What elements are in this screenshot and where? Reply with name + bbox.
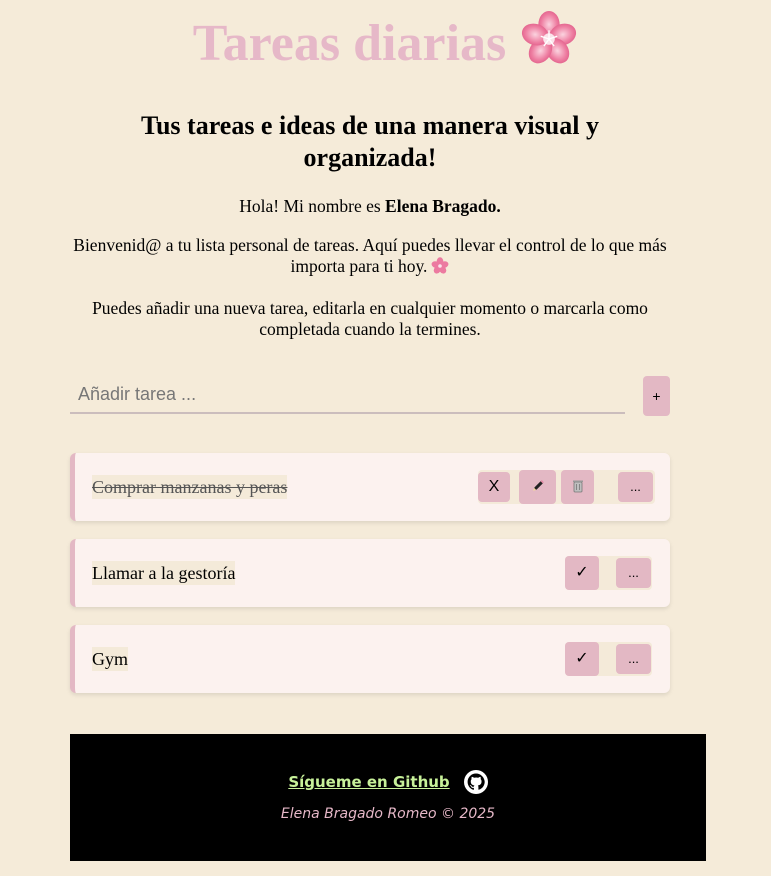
task-item: Llamar a la gestoría ✓ ... xyxy=(70,539,670,607)
complete-task-button[interactable]: ✓ xyxy=(565,556,599,590)
task-label: Gym xyxy=(92,647,128,671)
undo-complete-button[interactable]: X xyxy=(478,472,510,502)
task-label: Comprar manzanas y peras xyxy=(92,475,288,499)
delete-task-button[interactable] xyxy=(561,470,594,504)
copyright-text: Elena Bragado Romeo © 2025 xyxy=(280,806,496,822)
github-link[interactable]: Sígueme en Github xyxy=(288,773,449,791)
instructions-paragraph: Puedes añadir una nueva tarea, editarla … xyxy=(92,298,648,339)
page-title: Tareas diarias xyxy=(0,8,771,80)
more-options-button[interactable]: ... xyxy=(618,472,653,502)
pencil-icon xyxy=(532,480,544,491)
trash-icon xyxy=(572,480,583,493)
page-subtitle: Tus tareas e ideas de una manera visual … xyxy=(141,111,599,172)
task-text: Llamar a la gestoría xyxy=(92,539,236,607)
github-row: Sígueme en Github xyxy=(70,770,706,796)
github-icon[interactable] xyxy=(463,770,488,794)
more-options-button[interactable]: ... xyxy=(616,558,651,588)
task-text: Gym xyxy=(92,625,128,693)
greeting: Hola! Mi nombre es Elena Bragado. xyxy=(70,196,670,217)
add-task-button[interactable]: + xyxy=(643,376,670,416)
add-task-form: + xyxy=(70,376,670,418)
welcome-paragraph: Bienvenid@ a tu lista personal de tareas… xyxy=(70,235,670,277)
task-text: Comprar manzanas y peras xyxy=(92,453,288,521)
task-actions: ✓ ... xyxy=(565,642,652,676)
cherry-blossom-icon xyxy=(522,10,577,64)
more-options-button[interactable]: ... xyxy=(616,644,651,674)
edit-task-button[interactable] xyxy=(519,470,556,504)
task-label: Llamar a la gestoría xyxy=(92,561,236,585)
task-actions: ✓ ... xyxy=(565,556,652,590)
page-title-text: Tareas diarias xyxy=(192,15,507,72)
footer: Sígueme en Github Elena Bragado Romeo © … xyxy=(70,734,706,861)
task-actions: X ... xyxy=(478,470,655,504)
author-name: Elena Bragado. xyxy=(385,196,501,216)
greeting-text: Hola! Mi nombre es xyxy=(239,196,386,216)
task-item: Comprar manzanas y peras X ... xyxy=(70,453,670,521)
cherry-blossom-icon xyxy=(432,257,449,274)
add-task-input[interactable] xyxy=(70,376,625,414)
complete-task-button[interactable]: ✓ xyxy=(565,642,599,676)
welcome-text: Bienvenid@ a tu lista personal de tareas… xyxy=(73,235,667,276)
task-item: Gym ✓ ... xyxy=(70,625,670,693)
